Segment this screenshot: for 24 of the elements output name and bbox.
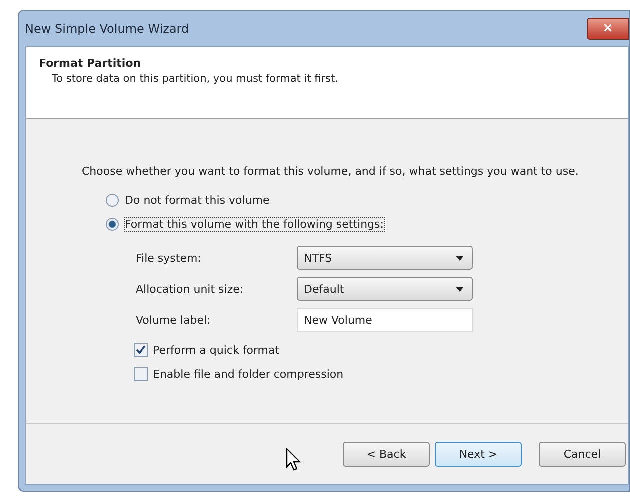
field-label: Volume label: — [136, 314, 212, 326]
radio-button[interactable] — [106, 194, 119, 206]
wizard-button[interactable]: < Back — [343, 442, 430, 466]
wizard-button[interactable]: Cancel — [539, 442, 626, 466]
page-subtitle: To store data on this partition, you must format it first. — [51, 73, 338, 85]
radio-label[interactable]: Do not format this volume — [125, 194, 270, 206]
radio-label[interactable]: Format this volume with the following settings: — [125, 218, 384, 230]
caret-icon — [456, 256, 464, 260]
field-label: File system: — [136, 252, 202, 264]
input-field[interactable]: New Volume — [297, 308, 473, 332]
page-title: Format Partition — [39, 57, 142, 70]
checkbox-label[interactable]: Perform a quick format — [153, 344, 280, 356]
wizard-button[interactable]: Next > — [435, 442, 522, 466]
checkbox[interactable] — [134, 367, 148, 381]
mouse-cursor-icon — [286, 448, 302, 472]
dropdown[interactable]: Default — [297, 277, 473, 301]
checkbox[interactable] — [134, 343, 148, 357]
instruction-text: Choose whether you want to format this volume, and if so, what settings you want to use. — [82, 165, 579, 178]
field-label: Allocation unit size: — [136, 282, 245, 296]
dropdown[interactable]: NTFS — [297, 246, 473, 270]
radio-button[interactable] — [106, 218, 119, 230]
checkbox-label[interactable]: Enable file and folder compression — [153, 368, 344, 380]
window-title: New Simple Volume Wizard — [25, 22, 190, 36]
caret-icon — [456, 286, 464, 292]
